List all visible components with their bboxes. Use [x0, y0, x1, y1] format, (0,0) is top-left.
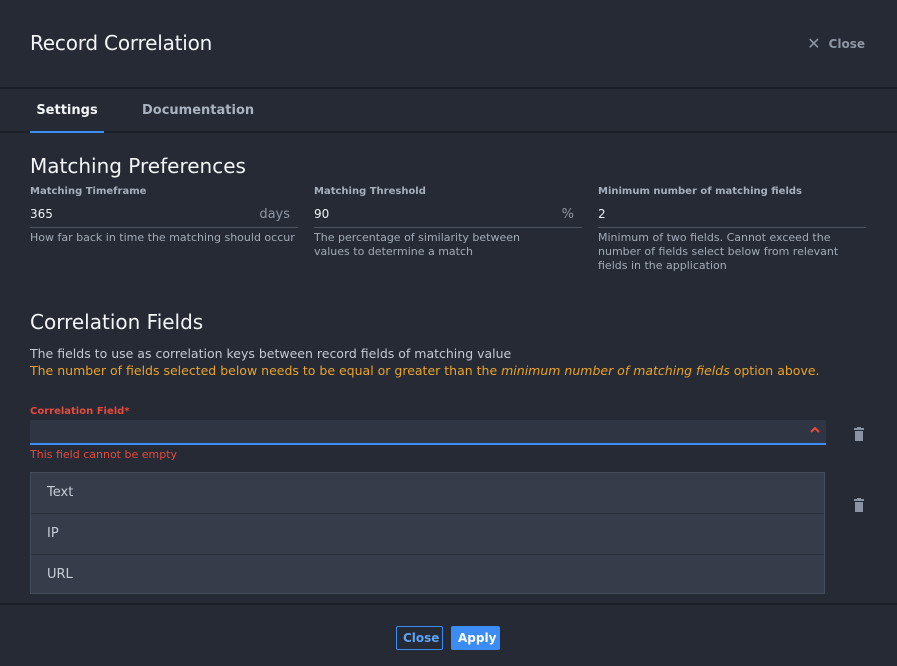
header-close-label: Close — [828, 36, 865, 51]
matching-threshold-group: Matching Threshold 90 % The percentage o… — [314, 186, 582, 259]
apply-button[interactable]: Apply — [451, 626, 500, 650]
matching-timeframe-unit: days — [259, 207, 290, 222]
min-matching-fields-group: Minimum number of matching fields 2 Mini… — [598, 186, 866, 273]
matching-timeframe-label: Matching Timeframe — [30, 186, 147, 197]
warning-text-pre: The number of fields selected below need… — [30, 363, 502, 378]
min-matching-fields-label: Minimum number of matching fields — [598, 186, 802, 197]
dialog-footer: Close Apply — [0, 603, 897, 666]
matching-threshold-value[interactable]: 90 — [314, 207, 329, 221]
tab-settings[interactable]: Settings — [30, 89, 104, 133]
correlation-fields-description-block: The fields to use as correlation keys be… — [30, 345, 820, 379]
trash-icon[interactable] — [853, 497, 865, 512]
min-matching-fields-value[interactable]: 2 — [598, 207, 606, 221]
dropdown-option-url[interactable]: URL — [31, 555, 824, 595]
close-icon: ✕ — [807, 34, 821, 53]
matching-threshold-label: Matching Threshold — [314, 186, 426, 197]
correlation-fields-title: Correlation Fields — [30, 310, 204, 334]
correlation-field-label: Correlation Field* — [30, 406, 130, 417]
warning-text-emphasis: minimum number of matching fields — [501, 363, 730, 378]
min-matching-fields-field[interactable]: 2 — [598, 207, 866, 228]
correlation-field-dropdown: Text IP URL — [30, 472, 825, 594]
matching-threshold-unit: % — [561, 207, 574, 222]
matching-timeframe-value[interactable]: 365 — [30, 207, 53, 221]
footer-close-button[interactable]: Close — [396, 626, 443, 650]
matching-timeframe-field[interactable]: 365 days — [30, 207, 298, 228]
matching-threshold-field[interactable]: 90 % — [314, 207, 582, 228]
tab-documentation[interactable]: Documentation — [142, 89, 254, 131]
correlation-field-select[interactable] — [30, 420, 826, 445]
matching-timeframe-help: How far back in time the matching should… — [30, 231, 295, 244]
tab-bar: Settings Documentation — [0, 89, 897, 133]
dropdown-option-text[interactable]: Text — [31, 473, 824, 514]
correlation-fields-description: The fields to use as correlation keys be… — [30, 346, 512, 361]
chevron-up-icon[interactable] — [810, 423, 820, 437]
matching-timeframe-group: Matching Timeframe 365 days How far back… — [30, 186, 298, 245]
warning-text-post: option above. — [729, 363, 820, 378]
dialog-title: Record Correlation — [30, 31, 213, 55]
min-matching-fields-help: Minimum of two fields. Cannot exceed the… — [598, 231, 839, 272]
trash-icon[interactable] — [853, 426, 865, 441]
header-close-button[interactable]: ✕ Close — [807, 34, 865, 53]
correlation-field-error: This field cannot be empty — [30, 448, 178, 461]
correlation-fields-warning: The number of fields selected below need… — [30, 362, 820, 379]
dropdown-option-ip[interactable]: IP — [31, 514, 824, 555]
dialog-header: Record Correlation ✕ Close — [0, 0, 897, 89]
matching-threshold-help: The percentage of similarity between val… — [314, 231, 520, 258]
matching-preferences-title: Matching Preferences — [30, 154, 246, 178]
